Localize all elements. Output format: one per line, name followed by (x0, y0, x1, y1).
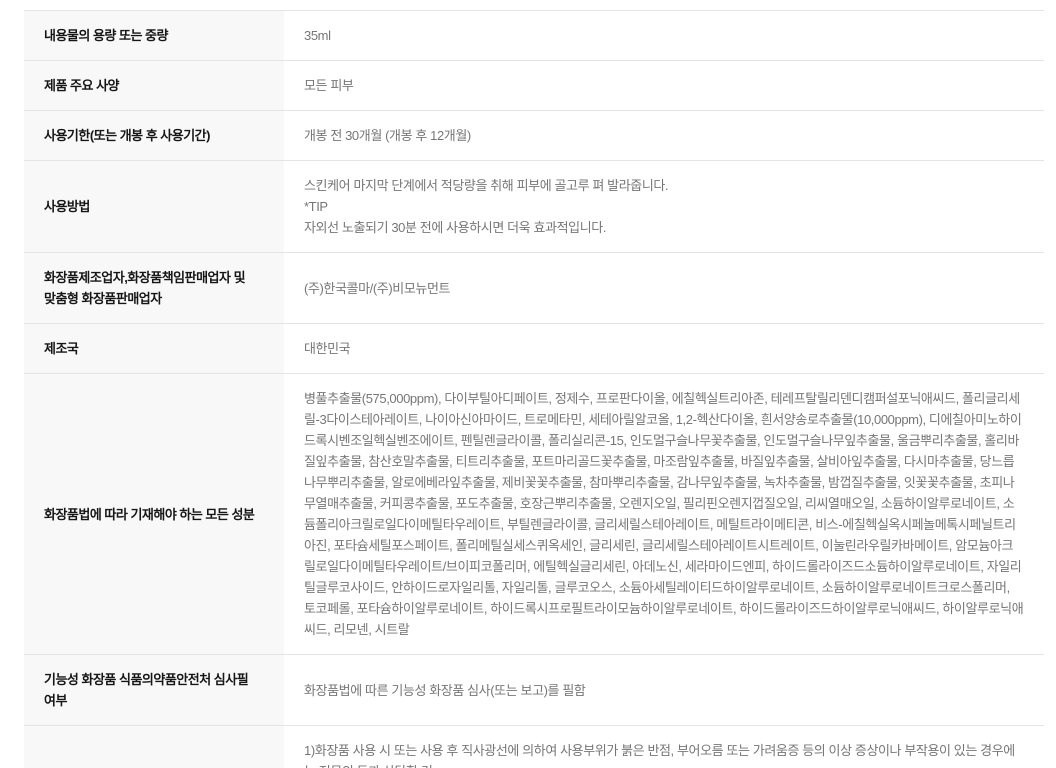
table-row: 화장품제조업자,화장품책임판매업자 및 맞춤형 화장품판매업자 (주)한국콜마/(… (24, 253, 1044, 324)
row-label: 제품 주요 사양 (24, 61, 284, 111)
row-label: 사용기한(또는 개봉 후 사용기간) (24, 111, 284, 161)
row-value: 모든 피부 (284, 61, 1044, 111)
value-line: 자외선 노출되기 30분 전에 사용하시면 더욱 효과적입니다. (304, 217, 1024, 238)
product-detail-page: 내용물의 용량 또는 중량 35ml 제품 주요 사양 모든 피부사용기한(또는 개봉… (0, 0, 1056, 768)
value-line: *TIP (304, 196, 1024, 217)
row-value: (주)한국콜마/(주)비모뉴먼트 (284, 253, 1044, 324)
row-value: 병풀추출물(575,000ppm), 다이부틸아디페이트, 정제수, 프로판다이… (284, 374, 1044, 655)
table-row: 사용기한(또는 개봉 후 사용기간) 개봉 전 30개월 (개봉 후 12개월) (24, 111, 1044, 161)
row-value: 화장품법에 따른 기능성 화장품 심사(또는 보고)를 필함 (284, 655, 1044, 726)
value-line: 화장품법에 따른 기능성 화장품 심사(또는 보고)를 필함 (304, 680, 1024, 701)
row-label: 사용할 때의 주의사항 (24, 726, 284, 768)
row-value: 대한민국 (284, 324, 1044, 374)
table-row: 화장품법에 따라 기재해야 하는 모든 성분병풀추출물(575,000ppm),… (24, 374, 1044, 655)
row-value: 1)화장품 사용 시 또는 사용 후 직사광선에 의하여 사용부위가 붉은 반점… (284, 726, 1044, 768)
table-row: 기능성 화장품 식품의약품안전처 심사필 여부 화장품법에 따른 기능성 화장품 … (24, 655, 1044, 726)
table-row: 내용물의 용량 또는 중량 35ml (24, 11, 1044, 61)
value-line: 병풀추출물(575,000ppm), 다이부틸아디페이트, 정제수, 프로판다이… (304, 388, 1024, 640)
table-row: 제품 주요 사양 모든 피부 (24, 61, 1044, 111)
row-label: 화장품법에 따라 기재해야 하는 모든 성분 (24, 374, 284, 655)
table-row: 사용방법스킨케어 마지막 단계에서 적당량을 취해 피부에 골고루 펴 발라줍니… (24, 161, 1044, 253)
product-information-table-body: 내용물의 용량 또는 중량 35ml 제품 주요 사양 모든 피부사용기한(또는 개봉… (24, 11, 1044, 768)
row-value: 개봉 전 30개월 (개봉 후 12개월) (284, 111, 1044, 161)
row-label: 사용방법 (24, 161, 284, 253)
product-information-table: 내용물의 용량 또는 중량 35ml 제품 주요 사양 모든 피부사용기한(또는 개봉… (24, 10, 1044, 768)
value-line: 1)화장품 사용 시 또는 사용 후 직사광선에 의하여 사용부위가 붉은 반점… (304, 740, 1024, 768)
row-label: 내용물의 용량 또는 중량 (24, 11, 284, 61)
table-row: 사용할 때의 주의사항 1)화장품 사용 시 또는 사용 후 직사광선에 의하여 … (24, 726, 1044, 768)
value-line: 스킨케어 마지막 단계에서 적당량을 취해 피부에 골고루 펴 발라줍니다. (304, 175, 1024, 196)
table-row: 제조국 대한민국 (24, 324, 1044, 374)
value-line: (주)한국콜마/(주)비모뉴먼트 (304, 278, 1024, 299)
row-value: 35ml (284, 11, 1044, 61)
row-label: 제조국 (24, 324, 284, 374)
row-label: 기능성 화장품 식품의약품안전처 심사필 여부 (24, 655, 284, 726)
value-line: 35ml (304, 25, 1024, 46)
value-line: 대한민국 (304, 338, 1024, 359)
value-line: 개봉 전 30개월 (개봉 후 12개월) (304, 125, 1024, 146)
row-label: 화장품제조업자,화장품책임판매업자 및 맞춤형 화장품판매업자 (24, 253, 284, 324)
row-value: 스킨케어 마지막 단계에서 적당량을 취해 피부에 골고루 펴 발라줍니다.*T… (284, 161, 1044, 253)
value-line: 모든 피부 (304, 75, 1024, 96)
